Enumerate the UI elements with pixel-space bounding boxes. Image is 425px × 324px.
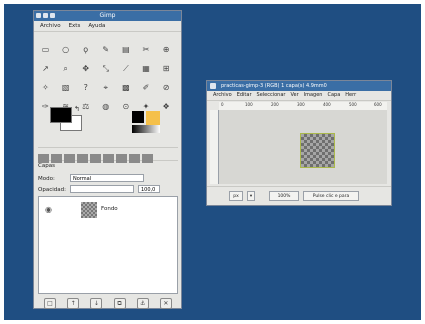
- layers-heading: Capas: [38, 163, 55, 169]
- transparent-layer[interactable]: [300, 133, 335, 168]
- tool-grid: ▭ ○ ϙ ✎ ▤ ✂ ⊕ ↗ ⌕ ✥ ⤡ ⟋ ▦ ⊞ ✧ ▧ ? ⌖ ▩ ✐ …: [38, 37, 178, 113]
- ruler-mark: 200: [271, 102, 279, 107]
- gradient-preview[interactable]: [132, 125, 160, 133]
- tool-color-picker-icon[interactable]: ⊕: [159, 43, 174, 56]
- status-message: Pulse clic e para: [303, 191, 359, 201]
- unit-select[interactable]: px: [229, 191, 243, 201]
- tool-path-icon[interactable]: ↗: [38, 62, 53, 75]
- tool-clone-icon[interactable]: ▩: [118, 81, 133, 94]
- tab-palettes[interactable]: [129, 154, 140, 163]
- mode-select[interactable]: Normal: [70, 174, 144, 182]
- vertical-ruler: [210, 110, 219, 184]
- image-titlebar[interactable]: practicas-gimp-3 (RGB) 1 capa(s) 4.9mm0: [207, 81, 391, 91]
- swap-colors-icon[interactable]: ↰: [74, 105, 80, 113]
- layer-thumbnail: [81, 202, 97, 218]
- tool-dodge-icon[interactable]: ◍: [98, 100, 113, 113]
- layers-buttons: □ ↑ ↓ ⧉ ⚓ ✕: [38, 298, 178, 309]
- tool-ellipse-select-icon[interactable]: ○: [58, 43, 73, 56]
- anchor-layer-button[interactable]: ⚓: [136, 298, 149, 309]
- duplicate-layer-button[interactable]: ⧉: [113, 298, 126, 309]
- menu-capa[interactable]: Capa: [327, 91, 340, 100]
- tool-move-icon[interactable]: ✥: [78, 62, 93, 75]
- tab-gradients[interactable]: [116, 154, 127, 163]
- zoom-select[interactable]: 100%: [269, 191, 299, 201]
- layer-name: Fondo: [101, 206, 118, 212]
- minimize-icon[interactable]: [43, 13, 48, 18]
- tab-undo[interactable]: [77, 154, 88, 163]
- pattern-preview[interactable]: [146, 111, 160, 125]
- tool-rect-select-icon[interactable]: ▭: [38, 43, 53, 56]
- menu-exts[interactable]: Exts: [69, 21, 81, 31]
- ruler-mark: 300: [297, 102, 305, 107]
- menu-file[interactable]: Archivo: [40, 21, 61, 31]
- menu-help[interactable]: Ayuda: [88, 21, 105, 31]
- menu-archivo[interactable]: Archivo: [213, 91, 232, 100]
- tab-brushes[interactable]: [90, 154, 101, 163]
- new-layer-button[interactable]: □: [44, 298, 56, 309]
- brush-preview[interactable]: [132, 111, 144, 123]
- opacity-label: Opacidad:: [38, 187, 66, 193]
- menu-herr[interactable]: Herr: [345, 91, 356, 100]
- image-canvas[interactable]: [219, 110, 387, 184]
- tab-patterns[interactable]: [103, 154, 114, 163]
- tool-lasso-icon[interactable]: ϙ: [78, 43, 93, 56]
- tool-paintbrush-icon[interactable]: ✐: [138, 81, 153, 94]
- tab-fonts[interactable]: [142, 154, 153, 163]
- menu-seleccionar[interactable]: Seleccionar: [257, 91, 286, 100]
- raise-layer-button[interactable]: ↑: [67, 298, 80, 309]
- tool-perspective-icon[interactable]: ▦: [138, 62, 153, 75]
- tool-scale-icon[interactable]: ⤡: [98, 62, 113, 75]
- unit-dropdown-icon[interactable]: ▾: [247, 191, 255, 201]
- tab-layers[interactable]: [38, 154, 49, 163]
- layer-row[interactable]: ◉ Fondo: [39, 201, 177, 219]
- mode-label: Modo:: [38, 176, 55, 182]
- ruler-mark: 600: [374, 102, 382, 107]
- image-statusbar: px ▾ 100% Pulse clic e para: [207, 186, 391, 205]
- toolbox-titlebar[interactable]: Gimp: [34, 11, 181, 21]
- tool-bucket-icon[interactable]: ▤: [118, 43, 133, 56]
- tool-text-icon[interactable]: ❖: [159, 100, 174, 113]
- tool-measure-icon[interactable]: ⌖: [98, 81, 113, 94]
- toolbox-menubar: Archivo Exts Ayuda: [34, 21, 181, 32]
- ruler-mark: 100: [245, 102, 253, 107]
- image-title: practicas-gimp-3 (RGB) 1 capa(s) 4.9mm0: [221, 83, 327, 89]
- tool-crop-icon[interactable]: ⊞: [159, 62, 174, 75]
- tool-pencil-icon[interactable]: ✎: [98, 43, 113, 56]
- image-window[interactable]: practicas-gimp-3 (RGB) 1 capa(s) 4.9mm0 …: [206, 80, 392, 206]
- menu-imagen[interactable]: Imagen: [304, 91, 323, 100]
- opacity-slider[interactable]: [70, 185, 134, 193]
- tool-scissors-icon[interactable]: ✂: [138, 43, 153, 56]
- dock-tabs: [38, 147, 178, 163]
- tool-eraser-icon[interactable]: ⊘: [159, 81, 174, 94]
- menu-ver[interactable]: Ver: [290, 91, 298, 100]
- delete-layer-button[interactable]: ✕: [159, 298, 172, 309]
- ruler-mark: 500: [349, 102, 357, 107]
- lower-layer-button[interactable]: ↓: [90, 298, 103, 309]
- close-icon[interactable]: [36, 13, 41, 18]
- opacity-input[interactable]: 100,0: [138, 185, 160, 193]
- foreground-color[interactable]: [50, 107, 72, 123]
- ruler-mark: 0: [221, 102, 224, 107]
- tool-shear-icon[interactable]: ⟋: [118, 62, 133, 75]
- tool-zoom-icon[interactable]: ⌕: [58, 62, 73, 75]
- tool-fuzzy-select-icon[interactable]: ✧: [38, 81, 53, 94]
- visibility-eye-icon[interactable]: ◉: [45, 205, 52, 214]
- tool-blend-icon[interactable]: ▧: [58, 81, 73, 94]
- tab-channels[interactable]: [51, 154, 62, 163]
- toolbox-title: Gimp: [99, 12, 116, 19]
- window-menu-icon[interactable]: [210, 83, 216, 89]
- color-swatches[interactable]: ↰: [50, 105, 90, 137]
- tab-paths[interactable]: [64, 154, 75, 163]
- image-menubar: Archivo Editar Seleccionar Ver Imagen Ca…: [207, 91, 391, 101]
- toolbox-window[interactable]: Gimp Archivo Exts Ayuda ▭ ○ ϙ ✎ ▤ ✂ ⊕ ↗ …: [33, 10, 182, 309]
- layers-list[interactable]: ◉ Fondo: [38, 196, 178, 294]
- brush-pattern-gradient[interactable]: [132, 111, 160, 133]
- menu-editar[interactable]: Editar: [237, 91, 252, 100]
- ruler-mark: 400: [323, 102, 331, 107]
- tool-help-icon[interactable]: ?: [78, 81, 93, 94]
- maximize-icon[interactable]: [50, 13, 55, 18]
